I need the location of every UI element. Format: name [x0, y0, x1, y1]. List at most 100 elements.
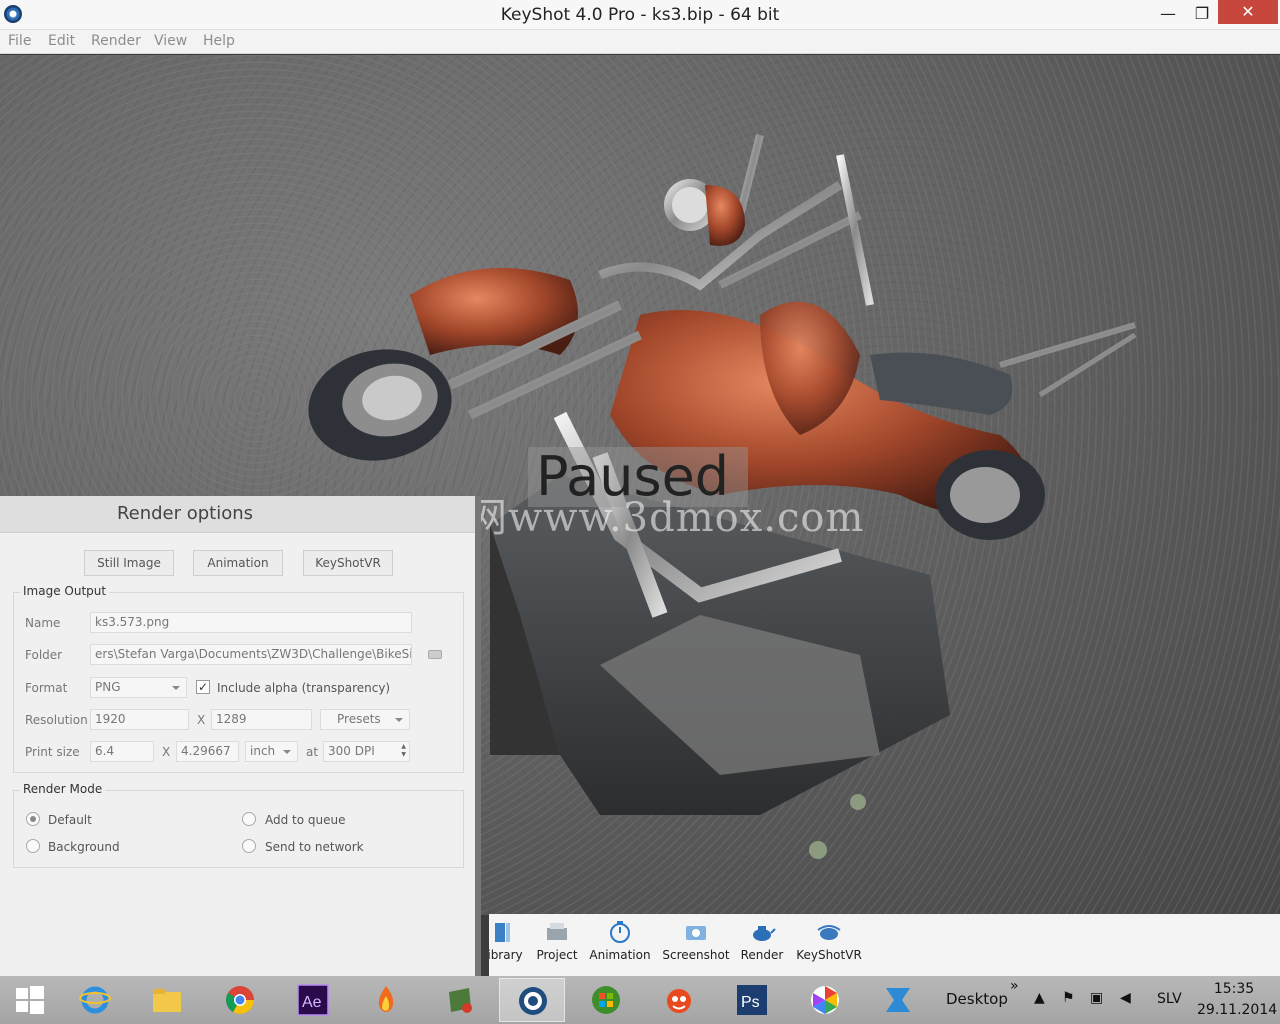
panel-title: Render options — [116, 503, 254, 524]
internet-explorer-icon — [79, 986, 111, 1014]
render-mode-group — [13, 790, 464, 868]
toolbar-project[interactable]: Project — [533, 920, 581, 962]
taskbar-keyshot[interactable] — [499, 978, 565, 1022]
toolbar-overflow-chevron-icon[interactable]: » — [1010, 978, 1019, 994]
render-options-panel: Render options Still Image Animation Key… — [0, 496, 481, 976]
folder-icon — [153, 989, 181, 1012]
main-toolbar: ibrary Project Animation Screenshot Rend… — [489, 914, 1280, 976]
at-label: at — [306, 745, 319, 759]
window-title: KeyShot 4.0 Pro - ks3.bip - 64 bit — [500, 5, 780, 25]
chrome-icon — [226, 986, 254, 1014]
taskbar-internet-explorer[interactable] — [62, 978, 128, 1022]
animation-icon — [610, 921, 630, 943]
green-app-icon — [449, 988, 472, 1013]
resolution-x-label: X — [197, 713, 206, 727]
flame-icon — [378, 986, 394, 1012]
taskbar-picasa[interactable] — [792, 978, 858, 1022]
start-button[interactable] — [0, 978, 60, 1022]
name-field[interactable]: ks3.573.png — [90, 612, 412, 633]
taskbar-zw3d[interactable] — [865, 978, 931, 1022]
taskbar-burning-app[interactable] — [353, 978, 419, 1022]
zw3d-icon — [886, 988, 910, 1012]
toolbar-animation[interactable]: Animation — [588, 920, 652, 962]
svg-text:Ps: Ps — [741, 994, 760, 1011]
toolbar-screenshot[interactable]: Screenshot — [661, 920, 731, 962]
include-alpha-label: Include alpha (transparency) — [217, 681, 391, 695]
print-size-label: Print size — [25, 745, 80, 759]
render-teapot-icon — [753, 926, 776, 941]
project-icon — [547, 923, 567, 940]
taskbar-app-green[interactable] — [426, 978, 492, 1022]
print-x-label: X — [162, 745, 171, 759]
folder-field[interactable]: ers\Stefan Varga\Documents\ZW3D\Challeng… — [90, 644, 412, 665]
toolbar-library[interactable]: ibrary — [489, 920, 525, 962]
radio-default-label: Default — [48, 813, 92, 827]
format-select[interactable]: PNG — [90, 677, 187, 698]
print-height-field[interactable]: 4.29667 — [176, 741, 239, 762]
radio-add-to-queue[interactable] — [242, 812, 256, 826]
toolbar-animation-label: Animation — [589, 948, 651, 962]
svg-text:Ae: Ae — [302, 994, 322, 1011]
keyshotvr-icon — [817, 925, 841, 940]
folder-browse-icon[interactable] — [428, 650, 442, 659]
radio-background[interactable] — [26, 839, 40, 853]
radio-default[interactable] — [26, 812, 40, 826]
format-label: Format — [25, 681, 68, 695]
radio-send-to-network[interactable] — [242, 839, 256, 853]
minimize-button[interactable]: — — [1152, 0, 1184, 28]
menu-render[interactable]: Render — [91, 33, 141, 49]
resolution-height-field[interactable]: 1289 — [211, 709, 312, 730]
toolbar-keyshotvr-label: KeyShotVR — [796, 948, 862, 962]
maximize-button[interactable]: ❐ — [1186, 0, 1218, 28]
taskbar-chrome[interactable] — [207, 978, 273, 1022]
dpi-spinner[interactable]: 300 DPI — [323, 741, 410, 762]
windows-taskbar: Ae Ps Desktop » ▲ ⚑ ▣ ◀ SLV 15:35 29.11.… — [0, 976, 1280, 1024]
library-icon — [495, 923, 510, 942]
volume-icon[interactable]: ◀ — [1120, 990, 1131, 1006]
clock-time[interactable]: 15:35 — [1197, 981, 1271, 997]
include-alpha-checkbox[interactable]: ✓ — [196, 680, 210, 694]
windows-orb-icon — [592, 986, 620, 1014]
render-mode-title: Render Mode — [20, 782, 106, 796]
menu-help[interactable]: Help — [203, 33, 235, 49]
radio-add-to-queue-label: Add to queue — [265, 813, 346, 827]
toolbar-library-label: ibrary — [489, 948, 523, 962]
desktop-toolbar-label[interactable]: Desktop — [946, 990, 1008, 1008]
print-width-field[interactable]: 6.4 — [90, 741, 154, 762]
menu-bar: File Edit Render View Help — [0, 30, 1280, 54]
tab-keyshotvr[interactable]: KeyShotVR — [303, 550, 393, 576]
print-unit-select[interactable]: inch — [245, 741, 298, 762]
language-indicator[interactable]: SLV — [1157, 991, 1182, 1007]
picasa-icon — [811, 986, 839, 1014]
taskbar-photoshop[interactable]: Ps — [719, 978, 785, 1022]
radio-send-to-network-label: Send to network — [265, 840, 364, 854]
taskbar-file-explorer[interactable] — [134, 978, 200, 1022]
action-center-flag-icon[interactable]: ⚑ — [1062, 990, 1075, 1006]
toolbar-keyshotvr[interactable]: KeyShotVR — [794, 920, 864, 962]
toolbar-render-label: Render — [740, 948, 784, 962]
name-label: Name — [25, 616, 61, 630]
photoshop-icon: Ps — [737, 985, 767, 1015]
image-output-title: Image Output — [20, 584, 110, 598]
show-hidden-icons-icon[interactable]: ▲ — [1034, 990, 1045, 1006]
folder-label: Folder — [25, 648, 63, 662]
title-bar: KeyShot 4.0 Pro - ks3.bip - 64 bit — ❐ ✕ — [0, 0, 1280, 30]
tab-animation[interactable]: Animation — [193, 550, 283, 576]
taskbar-windows-media[interactable] — [573, 978, 639, 1022]
network-icon[interactable]: ▣ — [1090, 990, 1103, 1006]
clock-date[interactable]: 29.11.2014 — [1197, 1002, 1277, 1018]
close-button[interactable]: ✕ — [1218, 0, 1278, 24]
windows-logo-icon — [16, 986, 44, 1014]
resolution-label: Resolution — [25, 713, 88, 727]
toolbar-render[interactable]: Render — [739, 920, 785, 962]
resolution-width-field[interactable]: 1920 — [90, 709, 189, 730]
panel-header[interactable]: Render options — [0, 496, 475, 533]
taskbar-after-effects[interactable]: Ae — [280, 978, 346, 1022]
toolbar-screenshot-label: Screenshot — [662, 948, 730, 962]
menu-file[interactable]: File — [8, 33, 31, 49]
menu-view[interactable]: View — [154, 33, 187, 49]
presets-select[interactable]: Presets — [320, 709, 410, 730]
tab-still-image[interactable]: Still Image — [84, 550, 174, 576]
taskbar-cinema4d[interactable] — [646, 978, 712, 1022]
menu-edit[interactable]: Edit — [48, 33, 75, 49]
